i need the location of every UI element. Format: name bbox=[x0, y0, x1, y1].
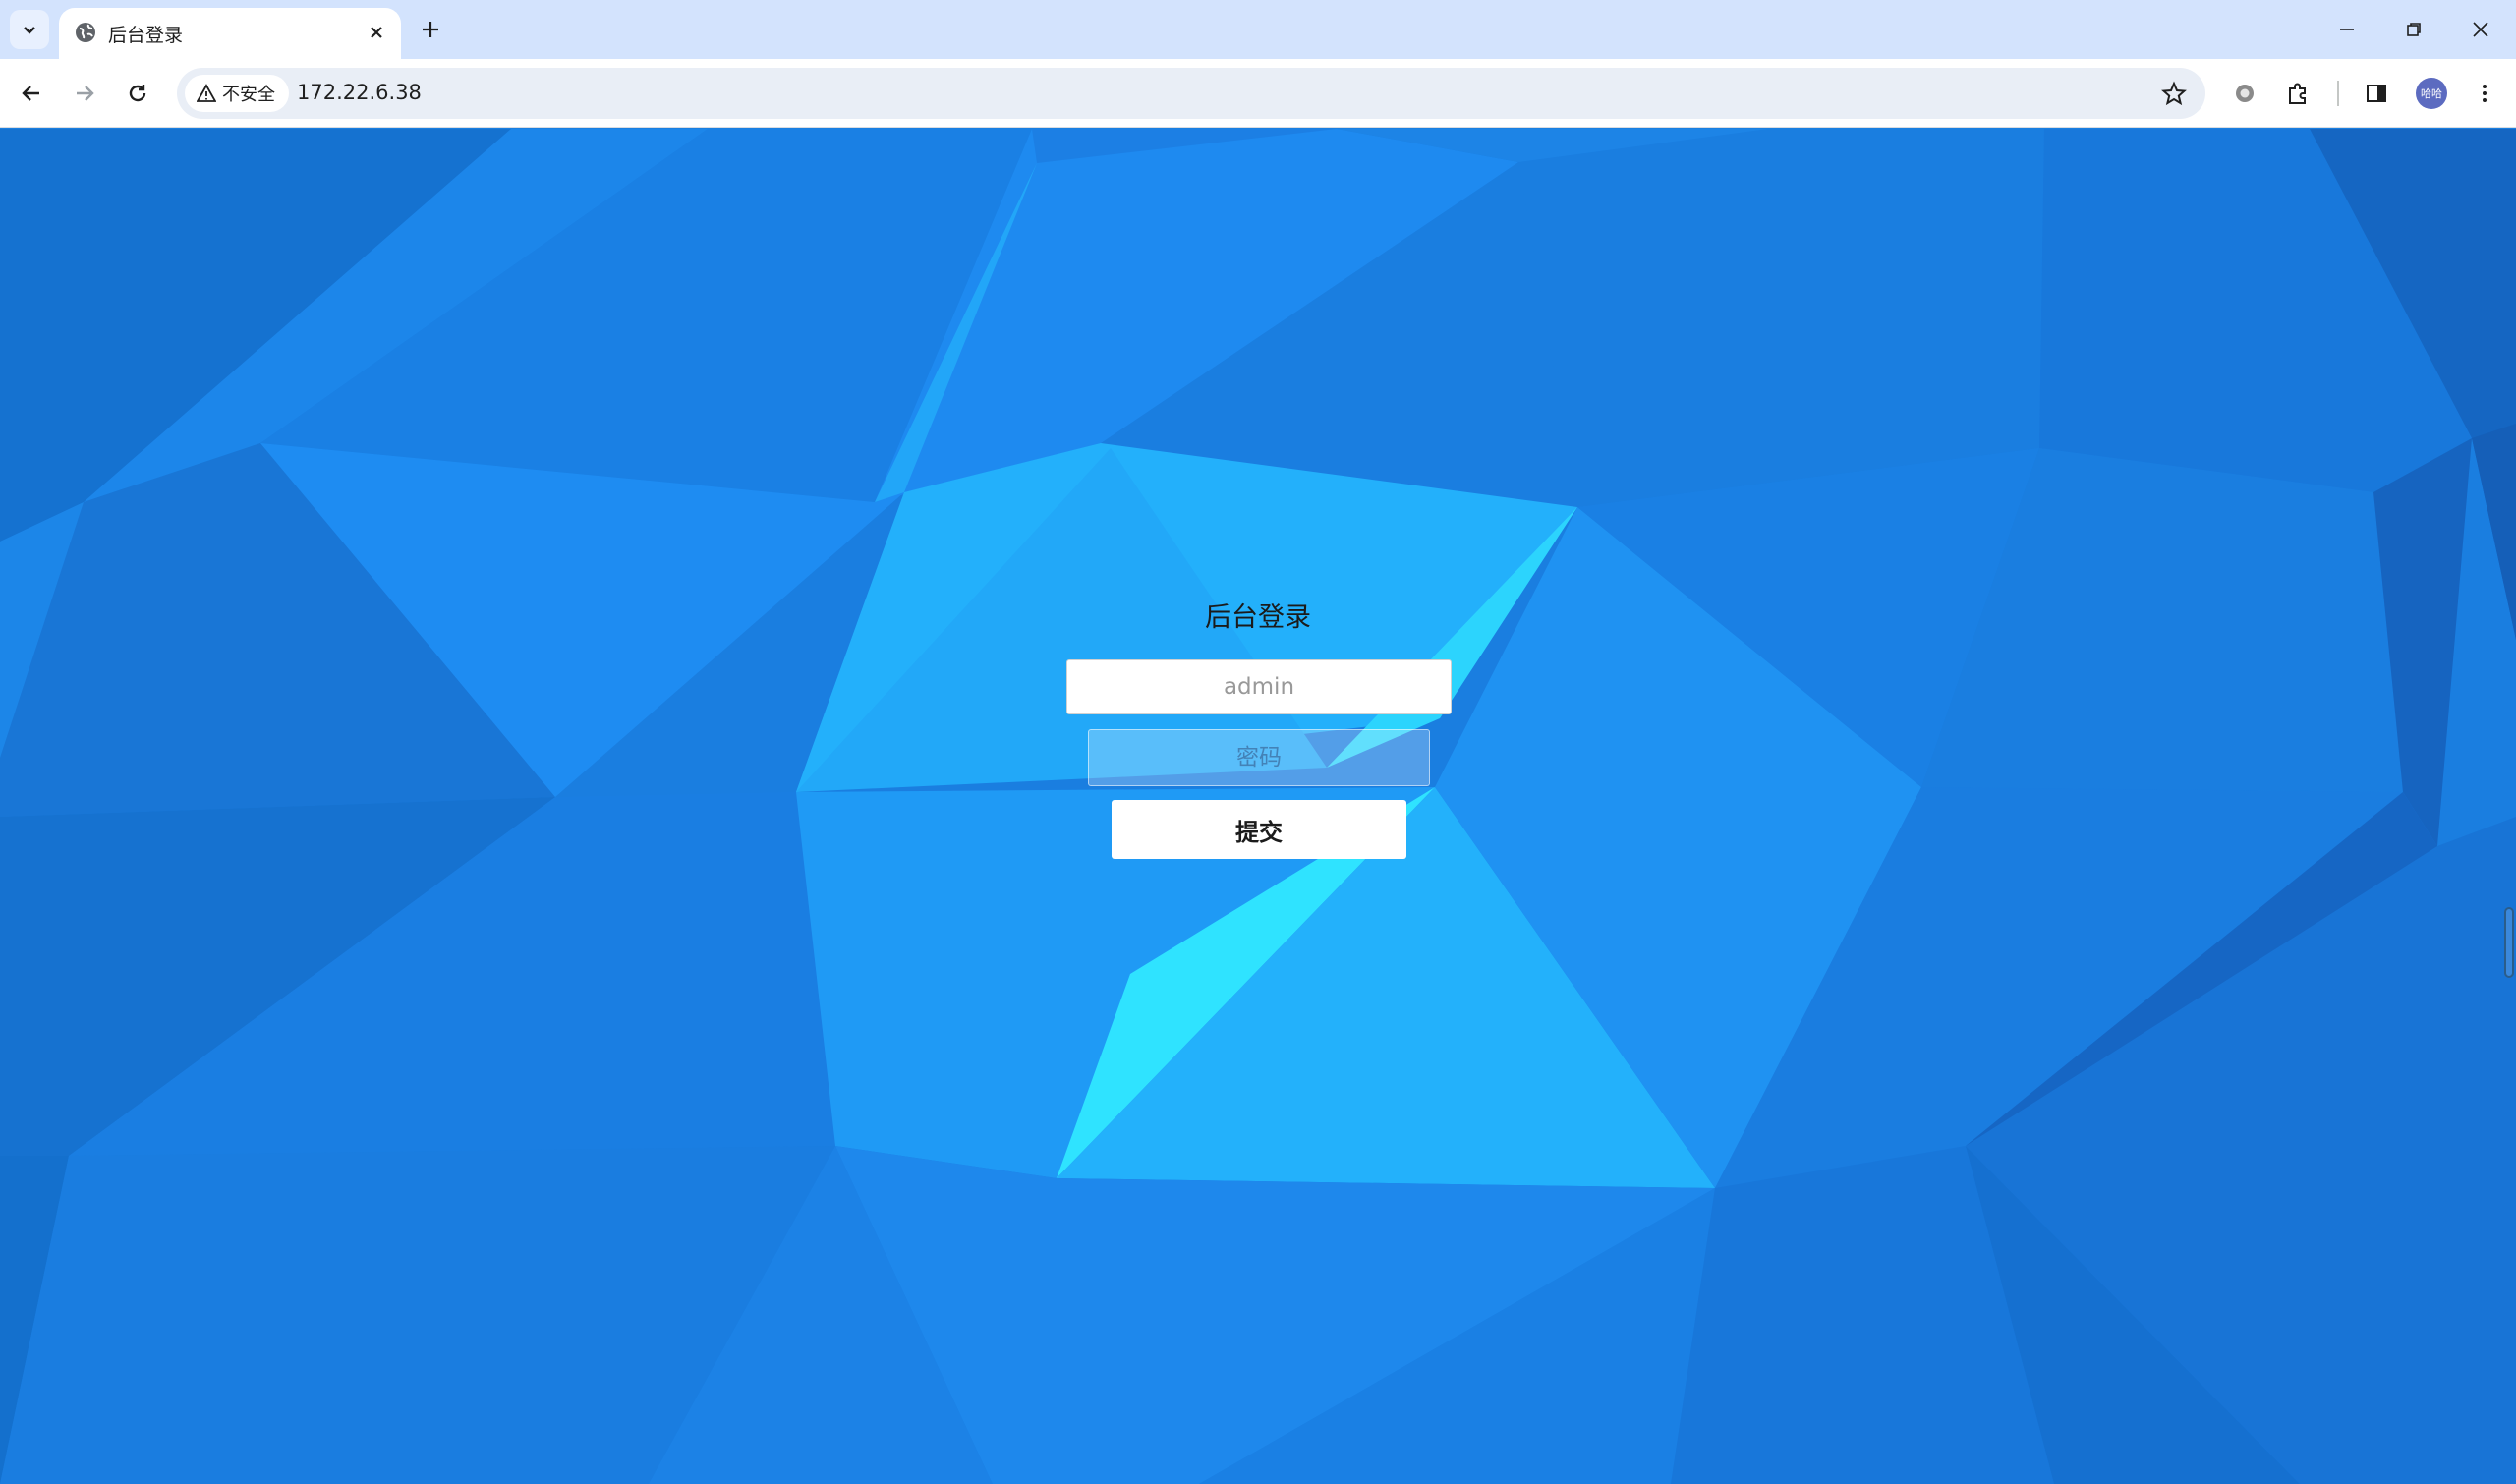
bookmark-button[interactable] bbox=[2154, 74, 2194, 113]
login-title: 后台登录 bbox=[1205, 602, 1311, 633]
username-input[interactable] bbox=[1066, 659, 1452, 714]
submit-button[interactable]: 提交 bbox=[1112, 800, 1406, 859]
star-icon bbox=[2161, 81, 2187, 106]
browser-toolbar: 不安全 172.22.6.38 哈哈 bbox=[0, 59, 2516, 128]
address-bar[interactable]: 不安全 172.22.6.38 bbox=[177, 68, 2205, 119]
reload-icon bbox=[129, 85, 146, 102]
side-panel-button[interactable] bbox=[2357, 74, 2396, 113]
browser-tab[interactable]: 后台登录 bbox=[59, 8, 401, 59]
arrow-right-icon bbox=[77, 86, 94, 101]
security-indicator[interactable]: 不安全 bbox=[185, 75, 289, 112]
puzzle-icon bbox=[2289, 83, 2306, 104]
profile-button[interactable]: 哈哈 bbox=[2412, 74, 2451, 113]
toolbar-separator bbox=[2337, 81, 2339, 106]
plus-icon bbox=[423, 22, 438, 37]
arrow-left-icon bbox=[22, 86, 39, 101]
extension-button[interactable] bbox=[2225, 74, 2264, 113]
back-button[interactable] bbox=[10, 72, 53, 115]
tab-search-button[interactable] bbox=[10, 10, 49, 49]
record-icon bbox=[2236, 85, 2254, 102]
restore-button[interactable] bbox=[2384, 8, 2443, 51]
minimize-button[interactable] bbox=[2317, 8, 2376, 51]
tab-close-button[interactable] bbox=[364, 20, 389, 45]
new-tab-button[interactable] bbox=[415, 14, 446, 45]
tab-strip: 后台登录 bbox=[0, 0, 2516, 59]
reload-button[interactable] bbox=[116, 72, 159, 115]
forward-button[interactable] bbox=[63, 72, 106, 115]
restore-icon bbox=[2407, 23, 2421, 36]
menu-button[interactable] bbox=[2465, 74, 2504, 113]
tab-title: 后台登录 bbox=[108, 25, 184, 46]
close-window-button[interactable] bbox=[2451, 8, 2510, 51]
chevron-down-icon bbox=[24, 27, 35, 34]
globe-icon bbox=[76, 23, 95, 42]
warning-icon bbox=[197, 84, 216, 102]
url-text[interactable]: 172.22.6.38 bbox=[297, 81, 422, 104]
avatar: 哈哈 bbox=[2416, 78, 2447, 109]
kebab-menu-icon bbox=[2483, 85, 2487, 102]
page-viewport: 后台登录 提交 bbox=[0, 129, 2516, 1484]
close-icon bbox=[2473, 22, 2488, 37]
side-panel-icon bbox=[2367, 85, 2386, 102]
security-label: 不安全 bbox=[222, 85, 275, 105]
password-input[interactable] bbox=[1088, 729, 1430, 786]
close-icon bbox=[371, 27, 382, 38]
extensions-menu-button[interactable] bbox=[2278, 74, 2317, 113]
minimize-icon bbox=[2340, 29, 2354, 30]
scroll-handle[interactable] bbox=[2504, 907, 2514, 978]
